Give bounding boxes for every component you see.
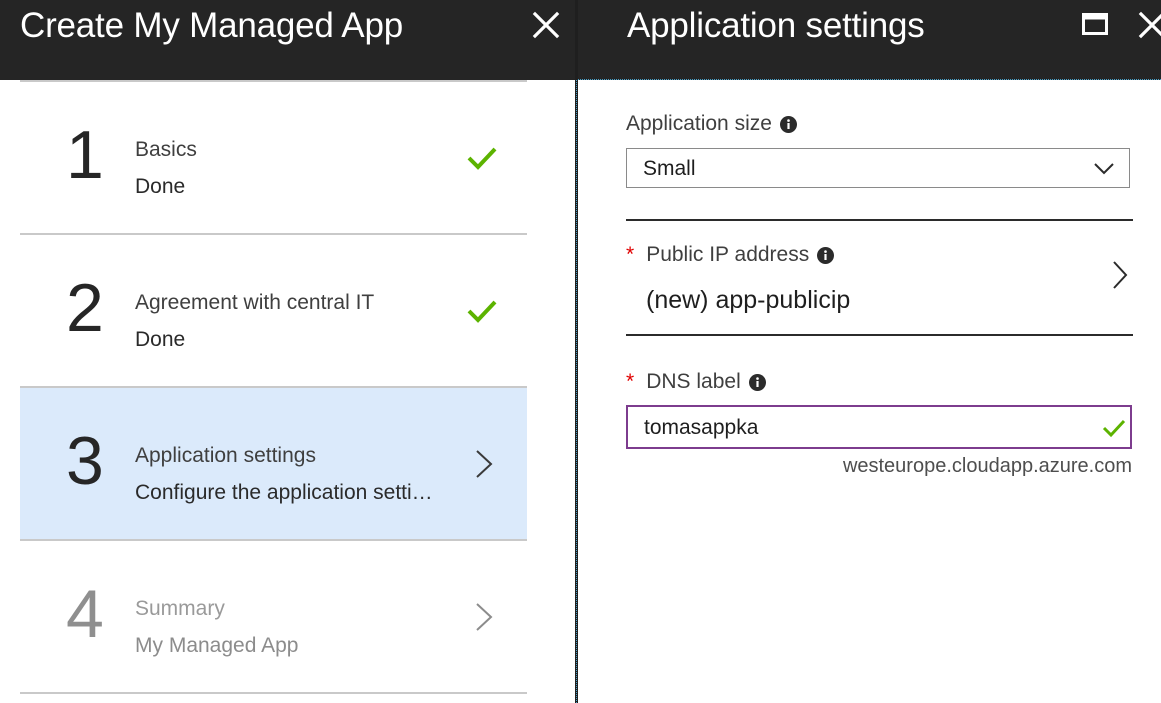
- chevron-right-icon: [476, 450, 493, 478]
- step-description: Configure the application setti…: [135, 481, 433, 504]
- step-title: Summary: [135, 597, 225, 620]
- checkmark-icon: [467, 147, 497, 170]
- checkmark-icon: [1102, 419, 1126, 438]
- section-divider: [626, 219, 1133, 221]
- wizard-step-agreement[interactable]: 2 Agreement with central IT Done: [20, 235, 527, 388]
- info-icon[interactable]: [748, 373, 766, 391]
- blade-header: Application settings: [578, 0, 1161, 80]
- step-number: 1: [66, 117, 104, 193]
- checkmark-icon: [467, 300, 497, 323]
- chevron-down-icon: [1094, 163, 1114, 175]
- application-size-dropdown[interactable]: Small: [626, 148, 1130, 188]
- close-blade-button[interactable]: [532, 11, 560, 39]
- dns-label-input[interactable]: tomasappka: [626, 405, 1132, 449]
- maximize-blade-button[interactable]: [1082, 13, 1108, 35]
- field-label-text: Public IP address: [646, 243, 810, 266]
- public-ip-value: (new) app-publicip: [646, 286, 851, 314]
- chevron-right-icon: [1113, 261, 1128, 289]
- blade-title: Application settings: [627, 6, 925, 45]
- step-description: My Managed App: [135, 634, 299, 657]
- blade-header: Create My Managed App: [0, 0, 576, 80]
- field-label-text: DNS label: [646, 370, 741, 393]
- step-title: Agreement with central IT: [135, 291, 375, 314]
- public-ip-address-selector[interactable]: * Public IP address (new) app-publicip: [626, 222, 1133, 334]
- create-managed-app-blade: Create My Managed App 1 Basics Done 2 Ag…: [0, 0, 576, 703]
- wizard-step-summary[interactable]: 4 Summary My Managed App: [20, 541, 527, 694]
- dns-suffix: westeurope.cloudapp.azure.com: [842, 455, 1132, 477]
- step-title: Basics: [135, 138, 197, 161]
- info-icon[interactable]: [779, 115, 797, 133]
- wizard-step-application-settings[interactable]: 3 Application settings Configure the app…: [20, 388, 527, 541]
- wizard-steps: 1 Basics Done 2 Agreement with central I…: [20, 80, 527, 694]
- dns-label-label: * DNS label: [626, 370, 766, 394]
- close-blade-button[interactable]: [1138, 11, 1161, 39]
- application-size-label: Application size: [626, 112, 797, 136]
- step-number: 3: [66, 423, 104, 499]
- info-icon[interactable]: [817, 246, 835, 264]
- azure-portal: Create My Managed App 1 Basics Done 2 Ag…: [0, 0, 1161, 703]
- dropdown-selected-value: Small: [643, 157, 696, 180]
- step-number: 4: [66, 576, 104, 652]
- chevron-right-icon: [476, 603, 493, 631]
- blade-divider-focus-line: [576, 80, 577, 703]
- close-icon: [1138, 11, 1161, 39]
- step-status: Done: [135, 328, 186, 351]
- dns-label-input-value: tomasappka: [644, 416, 759, 439]
- step-title: Application settings: [135, 444, 316, 467]
- close-icon: [532, 11, 560, 39]
- field-label-text: Application size: [626, 112, 772, 135]
- section-divider: [626, 334, 1133, 336]
- header-focus-line: [578, 79, 1161, 80]
- step-status: Done: [135, 175, 186, 198]
- required-indicator: *: [626, 370, 635, 393]
- maximize-icon: [1082, 13, 1108, 35]
- wizard-step-basics[interactable]: 1 Basics Done: [20, 80, 527, 235]
- required-indicator: *: [626, 243, 635, 266]
- blade-title: Create My Managed App: [20, 6, 403, 45]
- step-number: 2: [66, 270, 104, 346]
- application-settings-blade: Application settings Application size Sm…: [578, 0, 1161, 703]
- public-ip-label: * Public IP address: [626, 243, 835, 267]
